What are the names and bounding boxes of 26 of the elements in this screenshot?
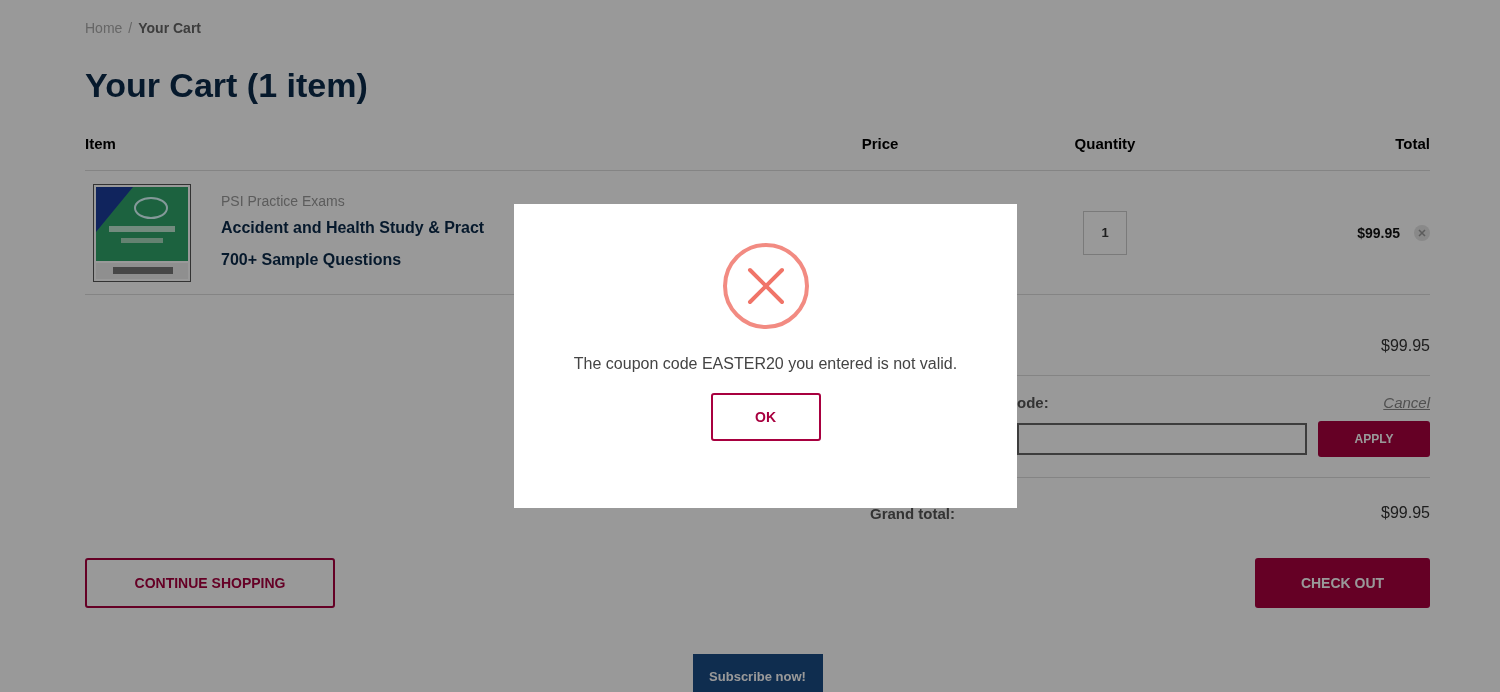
product-vendor: PSI Practice Exams — [221, 192, 346, 209]
error-icon — [721, 242, 810, 330]
column-header: Price — [860, 135, 900, 152]
coupon-field[interactable] — [1017, 423, 1307, 455]
breadcrumb-separator: / — [128, 20, 133, 36]
product-name[interactable]: Accident and Health Study & Pract — [221, 214, 485, 241]
ok-button[interactable]: OK — [710, 393, 821, 441]
page-title: Your Cart (1 item) — [85, 66, 369, 105]
coupon-label: ode: — [1017, 394, 1049, 411]
remove-icon[interactable] — [1414, 224, 1430, 241]
apply-button[interactable]: APPLY — [1318, 421, 1430, 457]
column-header: Total — [1394, 135, 1430, 152]
subtotal-value: $99.95 — [1381, 337, 1430, 355]
column-header: Item — [85, 135, 117, 152]
subscribe-button[interactable]: Subscribe now! — [692, 654, 823, 692]
line-total: $99.95 — [1357, 224, 1400, 241]
quantity-field[interactable]: 1 — [1083, 210, 1127, 255]
dialog-message: The coupon code EASTER20 you entered is not valid. — [572, 354, 959, 374]
product-name[interactable]: 700+ Sample Questions — [221, 246, 485, 273]
breadcrumb-current: Your Cart — [138, 20, 201, 36]
checkout-button[interactable]: CHECK OUT — [1255, 558, 1430, 608]
cancel-link[interactable]: Cancel — [1383, 394, 1430, 411]
column-header: Quantity — [1073, 135, 1137, 152]
grand-total-value: $99.95 — [1381, 504, 1430, 522]
grand-total-label: Grand total: — [870, 504, 955, 522]
continue-shopping-button[interactable]: CONTINUE SHOPPING — [85, 558, 335, 608]
